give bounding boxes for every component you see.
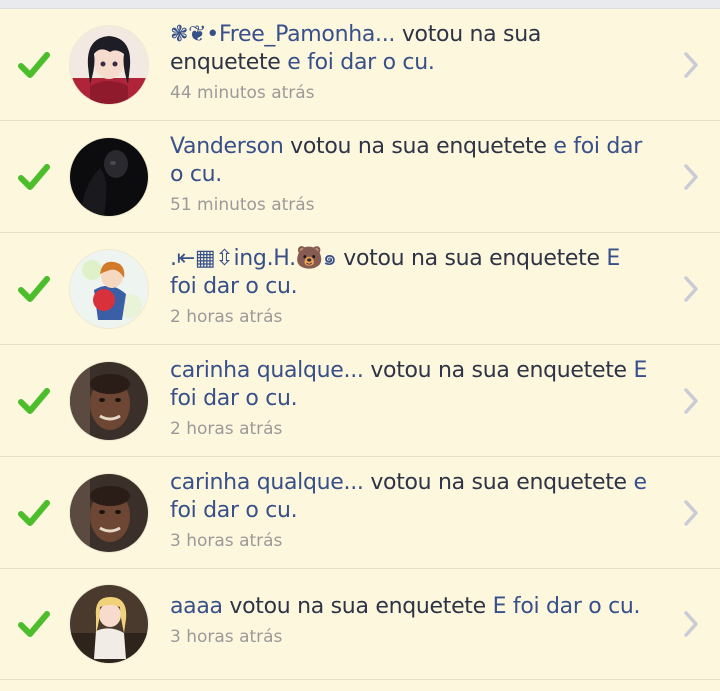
- notification-message: ❃❦•Free_Pamonha... votou na sua enquetet…: [170, 21, 650, 77]
- timestamp: 44 minutos atrás: [170, 83, 315, 103]
- timestamp: 3 horas atrás: [170, 531, 283, 551]
- username-link[interactable]: carinha qualque...: [170, 470, 364, 495]
- username-link[interactable]: carinha qualque...: [170, 358, 364, 383]
- notification-content: aaaa votou na sua enquetete E foi dar o …: [170, 593, 650, 647]
- avatar[interactable]: [70, 249, 148, 328]
- man-face-avatar-icon: [70, 473, 148, 552]
- notification-content: carinha qualque... votou na sua enquetet…: [170, 469, 650, 551]
- dark-figure-avatar-icon: [70, 137, 148, 216]
- timestamp: 2 horas atrás: [170, 419, 283, 439]
- check-icon: [18, 275, 50, 302]
- notification-row[interactable]: carinha qualque... votou na sua enquetet…: [0, 457, 720, 569]
- notification-row[interactable]: ❃❦•Free_Pamonha... votou na sua enquetet…: [0, 9, 720, 121]
- notification-content: ❃❦•Free_Pamonha... votou na sua enquetet…: [170, 21, 650, 103]
- timestamp: 2 horas atrás: [170, 307, 283, 327]
- notification-row[interactable]: .⇤▦⇳ing.H.🐻๑ votou na sua enquetete E fo…: [0, 233, 720, 345]
- avatar[interactable]: [70, 25, 148, 104]
- chevron-right-icon[interactable]: [682, 162, 700, 192]
- chevron-right-icon[interactable]: [682, 609, 700, 639]
- notification-message: .⇤▦⇳ing.H.🐻๑ votou na sua enquetete E fo…: [170, 245, 650, 301]
- notification-message: carinha qualque... votou na sua enquetet…: [170, 469, 650, 525]
- username-link[interactable]: ❃❦•Free_Pamonha...: [170, 22, 395, 47]
- username-link[interactable]: .⇤▦⇳ing.H.🐻๑: [170, 246, 337, 271]
- top-divider: [0, 0, 720, 9]
- timestamp: 3 horas atrás: [170, 627, 283, 647]
- anime-girl-avatar-icon: [70, 25, 148, 104]
- poll-option-text: E foi dar o cu.: [492, 594, 641, 619]
- notification-message: carinha qualque... votou na sua enquetet…: [170, 357, 650, 413]
- notification-message: aaaa votou na sua enquetete E foi dar o …: [170, 593, 650, 621]
- check-icon: [18, 387, 50, 414]
- action-text: votou na sua enquetete: [363, 470, 634, 495]
- poll-option-text: e foi dar o cu.: [287, 50, 435, 75]
- notification-list: ❃❦•Free_Pamonha... votou na sua enquetet…: [0, 9, 720, 680]
- avatar[interactable]: [70, 473, 148, 552]
- check-icon: [18, 499, 50, 526]
- check-icon: [18, 611, 50, 637]
- username-link[interactable]: Vanderson: [170, 134, 284, 159]
- notification-message: Vanderson votou na sua enquetete e foi d…: [170, 133, 650, 189]
- username-link[interactable]: aaaa: [170, 594, 223, 619]
- timestamp: 51 minutos atrás: [170, 195, 315, 215]
- notification-row[interactable]: Vanderson votou na sua enquetete e foi d…: [0, 121, 720, 233]
- anime-boy-avatar-icon: [70, 249, 148, 328]
- avatar[interactable]: [70, 585, 148, 663]
- action-text: votou na sua enquetete: [363, 358, 634, 383]
- chevron-right-icon[interactable]: [682, 498, 700, 528]
- avatar[interactable]: [70, 137, 148, 216]
- action-text: votou na sua enquetete: [283, 134, 554, 159]
- avatar[interactable]: [70, 361, 148, 440]
- check-icon: [18, 51, 50, 78]
- chevron-right-icon[interactable]: [682, 274, 700, 304]
- man-face-avatar-icon: [70, 361, 148, 440]
- notification-row[interactable]: carinha qualque... votou na sua enquetet…: [0, 345, 720, 457]
- chevron-right-icon[interactable]: [682, 386, 700, 416]
- action-text: votou na sua enquetete: [336, 246, 607, 271]
- chevron-right-icon[interactable]: [682, 50, 700, 80]
- notification-row[interactable]: aaaa votou na sua enquetete E foi dar o …: [0, 569, 720, 680]
- anime-blonde-avatar-icon: [70, 585, 148, 663]
- notification-content: carinha qualque... votou na sua enquetet…: [170, 357, 650, 439]
- check-icon: [18, 163, 50, 190]
- action-text: votou na sua enquetete: [222, 594, 493, 619]
- notification-content: Vanderson votou na sua enquetete e foi d…: [170, 133, 650, 215]
- notification-content: .⇤▦⇳ing.H.🐻๑ votou na sua enquetete E fo…: [170, 245, 650, 327]
